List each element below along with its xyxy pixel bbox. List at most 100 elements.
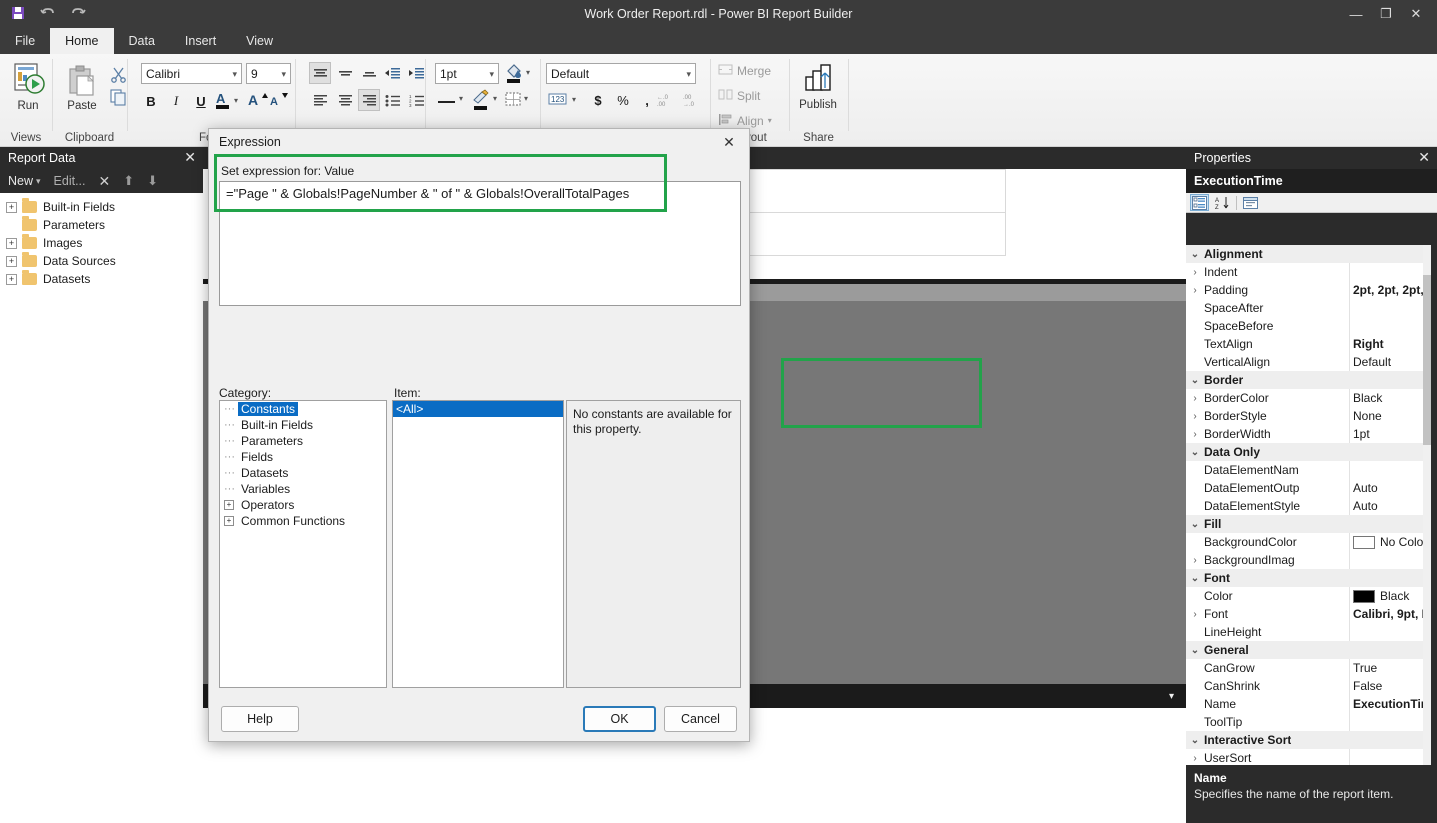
fill-color-dropdown-icon[interactable]: ▾ xyxy=(526,68,530,77)
align-middle-icon[interactable] xyxy=(334,62,356,84)
cut-icon[interactable] xyxy=(110,66,127,86)
property-value[interactable] xyxy=(1349,623,1431,641)
tree-node-data-sources[interactable]: + Data Sources xyxy=(0,252,203,270)
property-value[interactable]: Black xyxy=(1349,389,1431,407)
close-icon[interactable]: ✕ xyxy=(1418,149,1430,166)
dialog-close-button[interactable]: ✕ xyxy=(713,131,745,153)
property-category-font[interactable]: ⌄ Font xyxy=(1186,569,1431,587)
scrollbar-thumb[interactable] xyxy=(1423,275,1431,445)
category-item-datasets[interactable]: ··· Datasets xyxy=(220,465,386,481)
property-row-tooltip[interactable]: ToolTip xyxy=(1186,713,1431,731)
borders-dropdown-icon[interactable]: ▾ xyxy=(524,94,528,103)
comma-button[interactable]: , xyxy=(636,89,658,111)
underline-button[interactable]: U xyxy=(190,90,212,112)
property-value[interactable]: True xyxy=(1349,659,1431,677)
chevron-right-icon[interactable]: › xyxy=(1186,411,1204,422)
property-value[interactable]: Calibri, 9pt, Default, D xyxy=(1349,605,1431,623)
expander-icon[interactable]: + xyxy=(224,516,234,526)
category-item-common-functions[interactable]: + Common Functions xyxy=(220,513,386,529)
property-value[interactable] xyxy=(1349,551,1431,569)
publish-button[interactable]: Publish xyxy=(790,63,846,111)
color-swatch[interactable] xyxy=(1353,589,1375,603)
category-item-built-in-fields[interactable]: ··· Built-in Fields xyxy=(220,417,386,433)
paste-button[interactable]: Paste xyxy=(57,64,107,112)
property-category-alignment[interactable]: ⌄ Alignment xyxy=(1186,245,1431,263)
align-right-icon[interactable] xyxy=(358,89,380,111)
property-value[interactable]: None xyxy=(1349,407,1431,425)
number-format-combo[interactable]: Default ▾ xyxy=(546,63,696,84)
font-color-dropdown-icon[interactable]: ▾ xyxy=(234,96,238,105)
chevron-right-icon[interactable]: › xyxy=(1186,609,1204,620)
chevron-collapse-icon[interactable]: ⌄ xyxy=(1186,735,1204,746)
property-row-font[interactable]: ›Font Calibri, 9pt, Default, D xyxy=(1186,605,1431,623)
number-style-icon[interactable]: 123 xyxy=(548,92,570,109)
shrink-font-icon[interactable]: A xyxy=(270,90,290,113)
property-row-dataelementname[interactable]: DataElementNam xyxy=(1186,461,1431,479)
property-row-spaceafter[interactable]: SpaceAfter xyxy=(1186,299,1431,317)
property-row-backgroundcolor[interactable]: BackgroundColor No Color xyxy=(1186,533,1431,551)
new-button[interactable]: New ▾ xyxy=(8,174,41,188)
number-style-dropdown-icon[interactable]: ▾ xyxy=(572,95,576,104)
border-line-style-icon[interactable] xyxy=(437,96,457,110)
cancel-button[interactable]: Cancel xyxy=(664,706,737,732)
expander-icon[interactable]: + xyxy=(224,500,234,510)
property-row-dataelementoutput[interactable]: DataElementOutp Auto xyxy=(1186,479,1431,497)
property-value[interactable] xyxy=(1349,317,1431,335)
property-value[interactable]: False xyxy=(1349,677,1431,695)
chevron-collapse-icon[interactable]: ⌄ xyxy=(1186,519,1204,530)
chevron-collapse-icon[interactable]: ⌄ xyxy=(1186,375,1204,386)
border-width-combo[interactable]: 1pt ▾ xyxy=(435,63,499,84)
property-category-general[interactable]: ⌄ General xyxy=(1186,641,1431,659)
borders-icon[interactable] xyxy=(505,92,522,110)
property-row-dataelementstyle[interactable]: DataElementStyle Auto xyxy=(1186,497,1431,515)
color-swatch[interactable] xyxy=(1353,535,1375,549)
currency-button[interactable]: $ xyxy=(587,89,609,111)
chevron-down-icon[interactable]: ▾ xyxy=(1169,691,1174,702)
italic-button[interactable]: I xyxy=(165,90,187,112)
property-category-border[interactable]: ⌄ Border xyxy=(1186,371,1431,389)
align-center-icon[interactable] xyxy=(334,89,356,111)
run-button[interactable]: Run xyxy=(0,62,56,112)
close-button[interactable]: ✕ xyxy=(1401,0,1431,28)
property-value[interactable]: ExecutionTime xyxy=(1349,695,1431,713)
tab-file[interactable]: File xyxy=(0,28,50,54)
move-up-icon[interactable]: ⬆ xyxy=(123,173,134,189)
expander-icon[interactable]: + xyxy=(6,273,17,285)
edit-button[interactable]: Edit... xyxy=(54,174,86,188)
property-row-borderstyle[interactable]: › BorderStyle None xyxy=(1186,407,1431,425)
tree-node-datasets[interactable]: + Datasets xyxy=(0,270,203,288)
property-value[interactable] xyxy=(1349,263,1431,281)
property-value[interactable]: 2pt, 2pt, 2pt, 2pt xyxy=(1349,281,1431,299)
chevron-right-icon[interactable]: › xyxy=(1186,429,1204,440)
tree-node-images[interactable]: + Images xyxy=(0,234,203,252)
property-value[interactable] xyxy=(1349,713,1431,731)
property-row-bordercolor[interactable]: › BorderColor Black xyxy=(1186,389,1431,407)
delete-icon[interactable]: ✕ xyxy=(99,173,111,190)
property-value[interactable]: Default xyxy=(1349,353,1431,371)
tab-view[interactable]: View xyxy=(231,28,288,54)
property-value[interactable] xyxy=(1349,299,1431,317)
category-item-fields[interactable]: ··· Fields xyxy=(220,449,386,465)
grow-font-icon[interactable]: A xyxy=(248,90,268,113)
copy-icon[interactable] xyxy=(110,89,127,109)
expander-icon[interactable]: + xyxy=(6,237,17,249)
property-value[interactable]: 1pt xyxy=(1349,425,1431,443)
border-color-dropdown-icon[interactable]: ▾ xyxy=(493,94,497,103)
item-list[interactable]: <All> xyxy=(392,400,564,688)
category-item-parameters[interactable]: ··· Parameters xyxy=(220,433,386,449)
move-down-icon[interactable]: ⬇ xyxy=(147,173,158,189)
expression-textarea[interactable]: ="Page " & Globals!PageNumber & " of " &… xyxy=(219,181,741,306)
tab-home[interactable]: Home xyxy=(50,28,114,54)
restore-button[interactable]: ❐ xyxy=(1371,0,1401,28)
property-value[interactable]: Auto xyxy=(1349,497,1431,515)
item-list-entry[interactable]: <All> xyxy=(393,401,563,417)
property-row-textalign[interactable]: TextAlign Right xyxy=(1186,335,1431,353)
property-row-verticalalign[interactable]: VerticalAlign Default xyxy=(1186,353,1431,371)
property-row-spacebefore[interactable]: SpaceBefore xyxy=(1186,317,1431,335)
minimize-button[interactable]: — xyxy=(1341,0,1371,28)
category-item-variables[interactable]: ··· Variables xyxy=(220,481,386,497)
chevron-right-icon[interactable]: › xyxy=(1186,393,1204,404)
font-name-combo[interactable]: Calibri ▾ xyxy=(141,63,242,84)
decrease-decimal-icon[interactable]: .00 →.0 xyxy=(682,92,704,111)
property-category-fill[interactable]: ⌄ Fill xyxy=(1186,515,1431,533)
